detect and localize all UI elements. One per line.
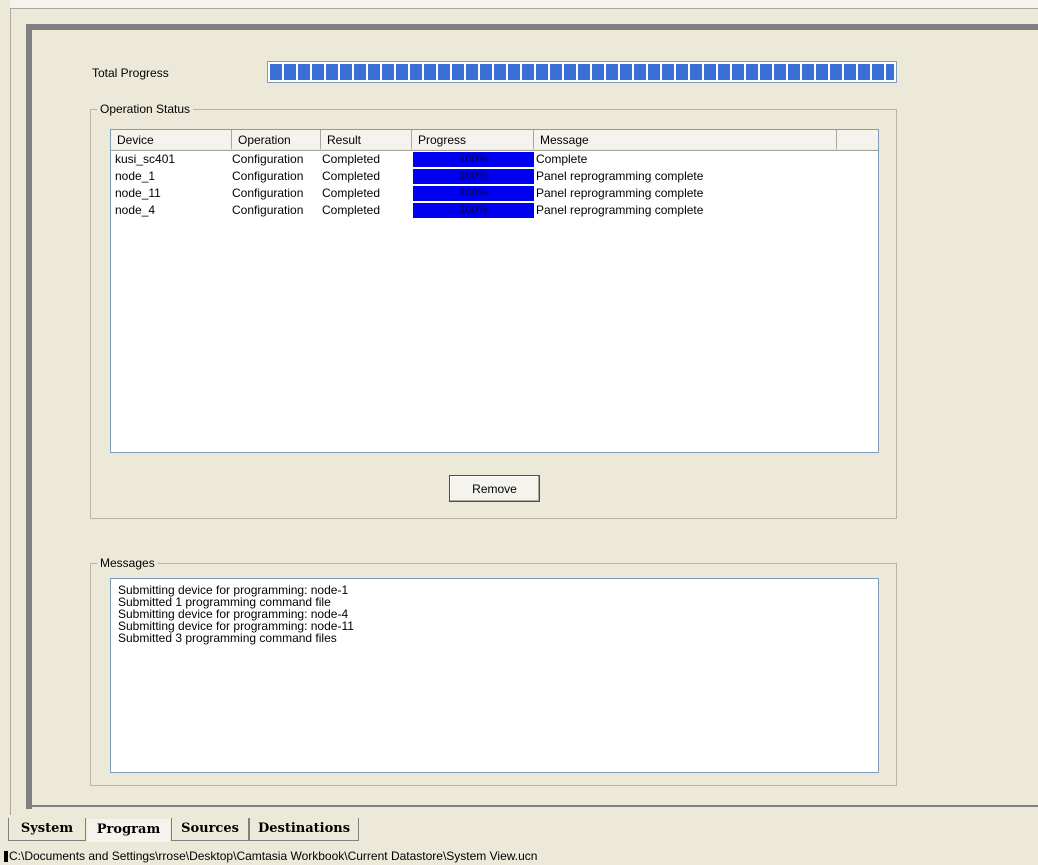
- status-bar: C:\Documents and Settings\rrose\Desktop\…: [0, 847, 1038, 865]
- frame-top-line: [10, 8, 1038, 9]
- device-cell: node_4: [115, 203, 156, 217]
- device-cell: kusi_sc401: [115, 152, 176, 166]
- messages-title: Messages: [97, 556, 158, 570]
- column-header-result[interactable]: Result: [321, 130, 412, 149]
- message-cell: Panel reprogramming complete: [536, 186, 704, 200]
- result-cell: Completed: [322, 186, 381, 200]
- total-progress-bar: [267, 61, 897, 83]
- status-marker-icon: [4, 851, 8, 863]
- content-bottom-border: [26, 805, 1038, 807]
- operation-status-list[interactable]: Device Operation Result Progress Message…: [110, 129, 879, 453]
- message-cell: Complete: [536, 152, 588, 166]
- progress-cell: 100%: [413, 203, 534, 218]
- table-row[interactable]: kusi_sc401 Configuration Completed 100% …: [111, 151, 878, 167]
- progress-cell: 100%: [413, 169, 534, 184]
- column-header-device[interactable]: Device: [111, 130, 232, 149]
- frame-left-line: [10, 8, 11, 815]
- message-line: Submitted 3 programming command files: [118, 631, 337, 645]
- operation-cell: Configuration: [232, 203, 304, 217]
- frame-top-edge: [10, 0, 1038, 8]
- message-cell: Panel reprogramming complete: [536, 203, 704, 217]
- tab-system[interactable]: System: [8, 818, 86, 841]
- column-header-message[interactable]: Message: [534, 130, 837, 149]
- result-cell: Completed: [322, 203, 381, 217]
- table-row[interactable]: node_11 Configuration Completed 100% Pan…: [111, 185, 878, 201]
- operation-status-title: Operation Status: [97, 102, 194, 116]
- device-cell: node_1: [115, 169, 156, 183]
- progress-cell: 100%: [413, 186, 534, 201]
- progress-cell: 100%: [413, 152, 534, 167]
- tab-destinations[interactable]: Destinations: [249, 818, 359, 841]
- result-cell: Completed: [322, 152, 381, 166]
- table-row[interactable]: node_4 Configuration Completed 100% Pane…: [111, 202, 878, 218]
- total-progress-label: Total Progress: [92, 66, 169, 80]
- operation-cell: Configuration: [232, 186, 304, 200]
- remove-button[interactable]: Remove: [449, 475, 540, 502]
- window-frame: Total Progress Operation Status Device O…: [0, 0, 1038, 815]
- messages-log[interactable]: Submitting device for programming: node-…: [110, 578, 879, 773]
- column-header-progress[interactable]: Progress: [412, 130, 534, 149]
- table-row[interactable]: node_1 Configuration Completed 100% Pane…: [111, 168, 878, 184]
- column-header-blank[interactable]: [837, 130, 878, 149]
- operation-cell: Configuration: [232, 152, 304, 166]
- device-cell: node_11: [115, 186, 161, 200]
- column-header-operation[interactable]: Operation: [232, 130, 321, 149]
- total-progress-fill: [270, 64, 894, 80]
- operation-cell: Configuration: [232, 169, 304, 183]
- list-header: Device Operation Result Progress Message: [111, 130, 878, 151]
- message-cell: Panel reprogramming complete: [536, 169, 704, 183]
- result-cell: Completed: [322, 169, 381, 183]
- tab-program[interactable]: Program: [86, 819, 171, 843]
- status-path: C:\Documents and Settings\rrose\Desktop\…: [9, 849, 538, 863]
- tab-sources[interactable]: Sources: [171, 818, 249, 841]
